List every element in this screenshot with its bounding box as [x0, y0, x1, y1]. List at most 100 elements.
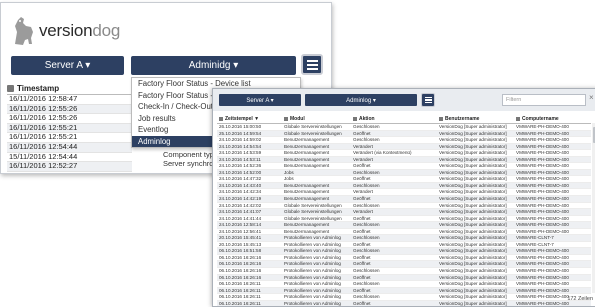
table-cell: Protokollieren von Adminlog	[284, 268, 341, 274]
table-cell: 24.10.2016 14:47:32	[219, 176, 262, 182]
column-header-computer[interactable]: Computername	[516, 115, 559, 123]
column-header-module[interactable]: Modul	[284, 115, 305, 123]
filter-icon[interactable]	[219, 116, 223, 121]
table-cell: Benutzermanagement	[284, 222, 330, 228]
hamburger-menu-button[interactable]	[301, 54, 323, 75]
table-cell: VMWARE-PH-DEMO-400	[516, 202, 569, 208]
table-row[interactable]: 06.10.2016 16:26:11 Protokollieren von Ad…	[217, 300, 591, 306]
table-cell: VMWARE-PH-DEMO-400	[516, 189, 569, 195]
table-cell: 06.10.2016 16:26:11	[219, 294, 261, 300]
table-cell: 26.10.2016 15:00:50	[219, 124, 262, 129]
server-sync-label: Server synchron	[163, 159, 218, 168]
table-cell: 06.10.2016 16:26:16	[219, 274, 262, 280]
table-cell: Jobs	[284, 176, 294, 182]
table-cell: VMWARE-PH-DEMO-400	[516, 196, 569, 202]
table-cell: VersionDog [Super administrator]	[439, 248, 507, 254]
table-cell: Globale Servereinstellungen	[284, 130, 342, 136]
table-cell: VersionDog [Super administrator]	[439, 189, 507, 195]
table-cell: Protokollieren von Adminlog	[284, 274, 341, 280]
column-header-timestamp[interactable]: Zeitstempel ▼	[219, 115, 259, 123]
table-cell: VMWARE-PH-DEMO-400	[516, 209, 569, 215]
table-cell: VMWARE-PH-DEMO-400	[516, 281, 569, 287]
table-cell: Globale Servereinstellungen	[284, 202, 342, 208]
table-cell: Geöffnet	[353, 241, 371, 247]
front-window: Server A ▾ Adminlog ▾ Filtern × Zeitstem…	[212, 88, 595, 307]
table-cell: VMWARE-PH-DEMO-400	[516, 248, 569, 254]
table-cell: VersionDog [Super administrator]	[439, 268, 507, 274]
table-cell: VMWARE-PH-DEMO-400	[516, 261, 569, 267]
adminlog-menu-button[interactable]: Adminidg ▾	[131, 56, 296, 75]
hamburger-menu-button[interactable]	[421, 93, 435, 107]
component-type-label: Component type	[163, 150, 219, 159]
table-cell: Geöffnet	[353, 274, 371, 280]
table-cell: 24.10.2016 12:58:14	[219, 222, 262, 228]
brand-dog: dog	[92, 21, 121, 40]
filter-icon[interactable]	[353, 116, 357, 121]
table-cell: Benutzermanagement	[284, 182, 330, 188]
table-cell: 24.10.2016 14:42:19	[219, 196, 262, 202]
table-cell: VMWARE-CLNT-7	[516, 235, 554, 241]
back-table: Timestamp 16/11/2016 12:58:47 16/11/2016…	[7, 83, 132, 172]
table-cell: VMWARE-PH-DEMO-400	[516, 176, 569, 182]
table-cell: Protokollieren von Adminlog	[284, 294, 341, 300]
table-cell: Verändert	[353, 209, 373, 215]
table-cell: VersionDog [Super administrator]	[439, 209, 507, 215]
table-header: Zeitstempel ▼ Modul Aktion Benutzername …	[217, 115, 591, 124]
table-cell: Protokollieren von Adminlog	[284, 261, 341, 267]
table-cell: VersionDog [Super administrator]	[439, 130, 507, 136]
table-cell: Benutzermanagement	[284, 228, 330, 234]
table-cell: VersionDog [Super administrator]	[439, 137, 507, 143]
table-cell: VersionDog [Super administrator]	[439, 235, 507, 241]
clear-icon[interactable]: ×	[589, 93, 594, 102]
table-cell: 25.10.2016 14:59:54	[219, 130, 262, 136]
table-cell: VMWARE-PH-DEMO-400	[516, 156, 569, 162]
table-cell: Geschlossen	[353, 124, 380, 129]
table-cell: 24.10.2016 14:52:36	[219, 163, 262, 169]
server-select-button[interactable]: Server A ▾	[11, 56, 124, 75]
table-cell: 24.10.2016 14:52:00	[219, 169, 262, 175]
table-cell: 06.10.2016 16:26:11	[219, 287, 261, 293]
table-cell: VersionDog [Super administrator]	[439, 202, 507, 208]
table-cell: Protokollieren von Adminlog	[284, 287, 341, 293]
table-cell: VersionDog [Super administrator]	[439, 241, 507, 247]
table-cell: VMWARE-PH-DEMO-400	[516, 228, 569, 234]
table-cell: Protokollieren von Adminlog	[284, 300, 341, 306]
adminlog-menu-button[interactable]: Adminlog ▾	[305, 94, 417, 106]
table-cell: 06.10.2016 16:26:16	[219, 254, 262, 260]
filter-icon[interactable]	[516, 116, 520, 121]
table-cell: Verändert	[353, 156, 373, 162]
table-cell: Globale Servereinstellungen	[284, 215, 342, 221]
filter-icon[interactable]	[439, 116, 443, 121]
table-cell: Geöffnet	[353, 261, 371, 267]
table-cell: VMWARE-PH-DEMO-400	[516, 274, 569, 280]
filter-input[interactable]: Filtern	[502, 94, 586, 106]
table-cell: Benutzermanagement	[284, 143, 330, 149]
table-cell: 24.10.2016 14:43:40	[219, 182, 262, 188]
table-cell: Verändert (via Kontextmenü)	[353, 150, 412, 156]
table-cell: VersionDog [Super administrator]	[439, 124, 507, 129]
column-header-action[interactable]: Aktion	[353, 115, 375, 123]
table-cell: VMWARE-PH-DEMO-400	[516, 254, 569, 260]
back-navbar: Server A ▾ Adminidg ▾	[1, 53, 331, 79]
table-row[interactable]: 16/11/2016 12:52:27	[7, 162, 132, 172]
server-select-button[interactable]: Server A ▾	[219, 94, 301, 106]
table-cell: VMWARE-CLNT-7	[516, 241, 554, 247]
table-cell: Verändert	[353, 189, 373, 195]
table-cell: 24.10.2016 14:53:59	[219, 150, 262, 156]
table-cell: 06.10.2016 16:26:11	[219, 281, 261, 287]
table-cell: VersionDog [Super administrator]	[439, 287, 507, 293]
table-cell: VersionDog [Super administrator]	[439, 228, 507, 234]
table-cell: Geöffnet	[353, 300, 371, 306]
table-cell: Verändert	[353, 143, 373, 149]
table-cell: Jobs	[284, 169, 294, 175]
table-cell: Protokollieren von Adminlog	[284, 254, 341, 260]
filter-icon[interactable]	[284, 116, 288, 121]
table-cell: Geöffnet	[353, 215, 371, 221]
table-cell: VMWARE-PH-DEMO-400	[516, 124, 569, 129]
table-cell: VersionDog [Super administrator]	[439, 222, 507, 228]
filter-icon[interactable]	[7, 85, 14, 92]
table-cell: VersionDog [Super administrator]	[439, 261, 507, 267]
table-cell: VMWARE-PH-DEMO-400	[516, 169, 569, 175]
table-cell: 06.10.2016 16:26:11	[219, 300, 261, 306]
column-header-username[interactable]: Benutzername	[439, 115, 479, 123]
